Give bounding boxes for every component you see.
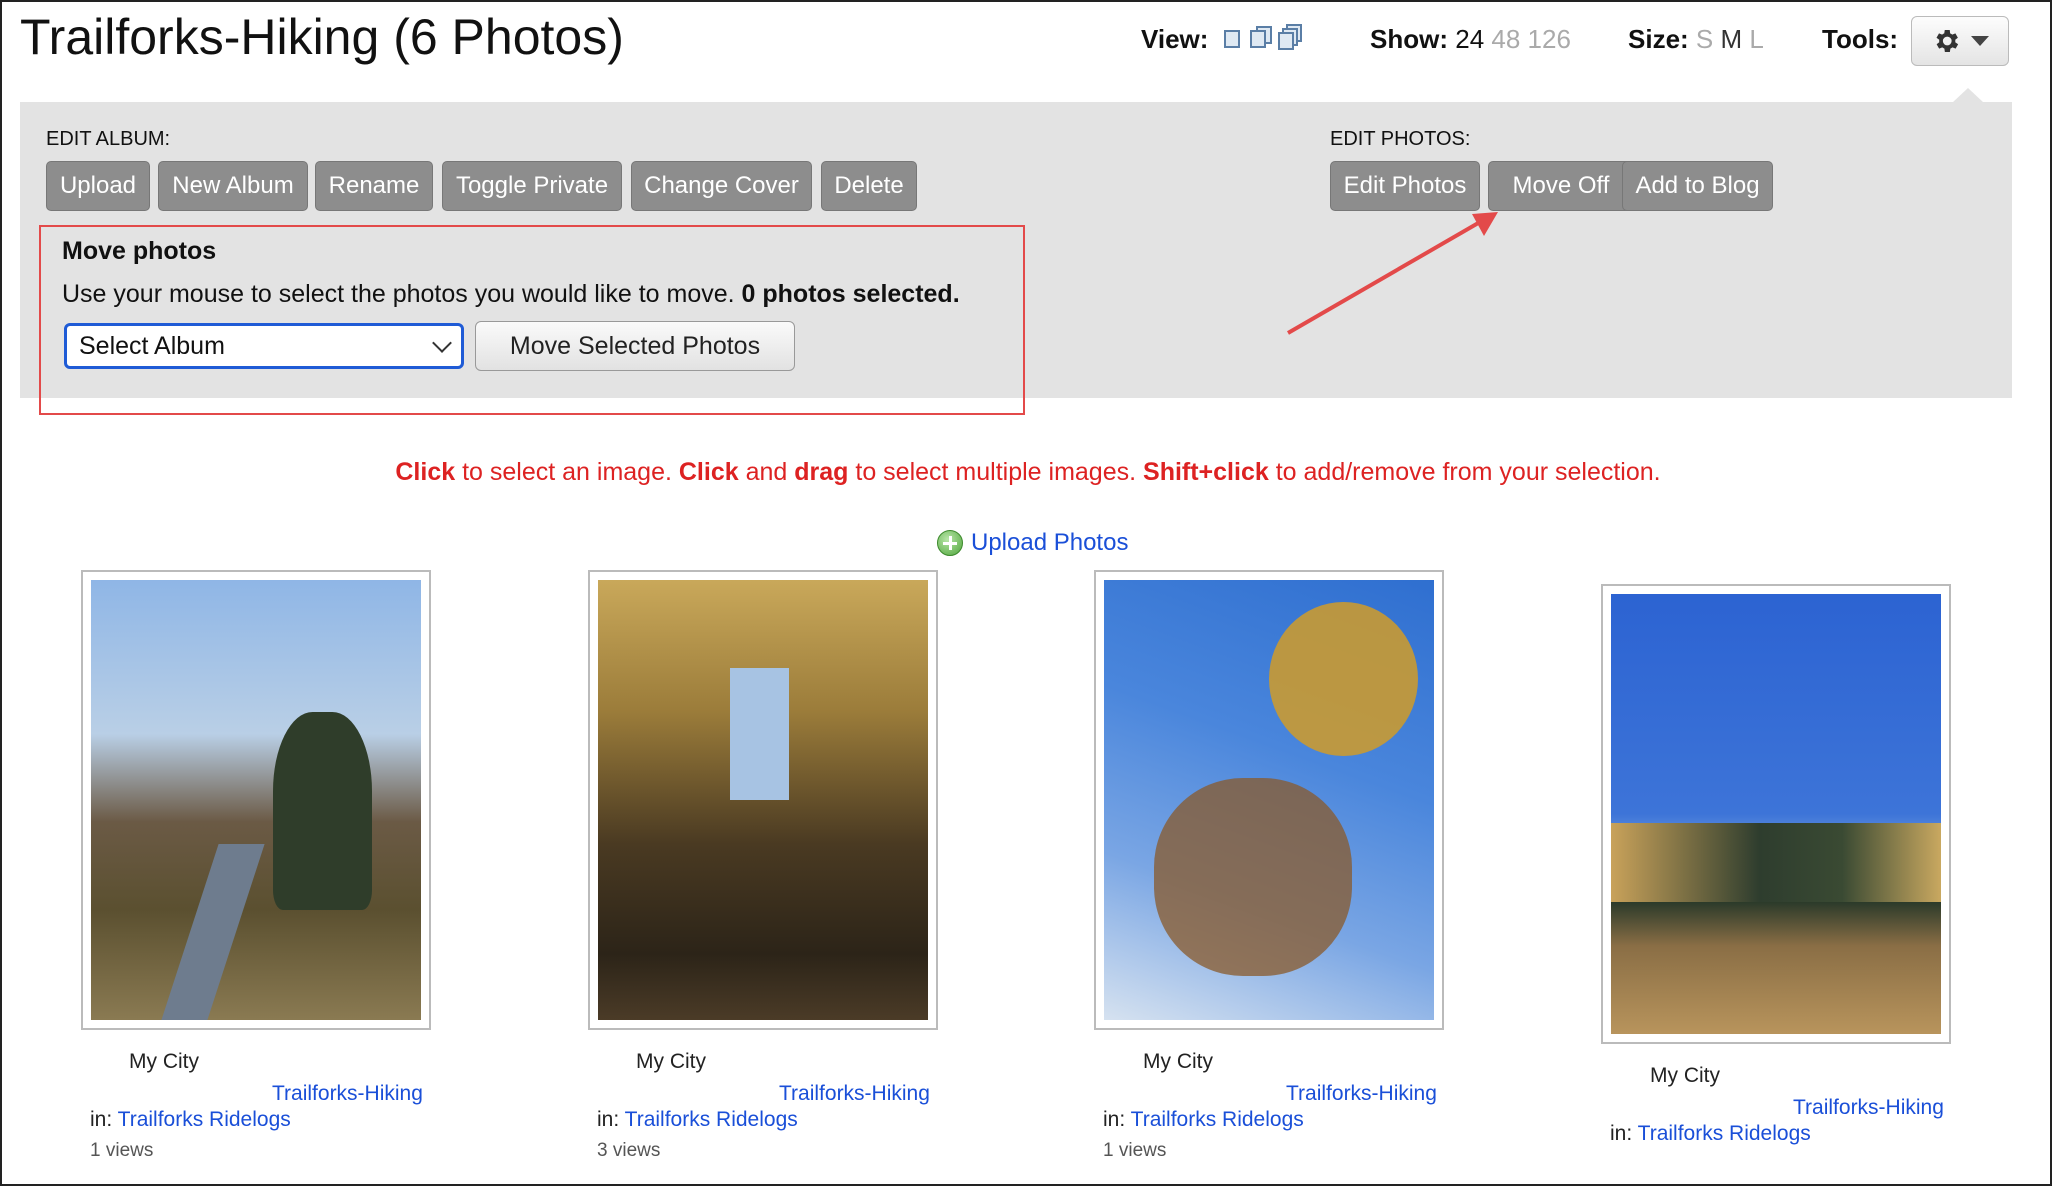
photo-thumbnail[interactable] [1094,570,1444,1030]
photo-views: 3 views [597,1140,661,1161]
photo-in-line: in: Trailforks Ridelogs [90,1108,291,1131]
photo-in-line: in: Trailforks Ridelogs [1103,1108,1304,1131]
in-album-link[interactable]: Trailforks Ridelogs [118,1108,291,1131]
photo-album-link[interactable]: Trailforks-Hiking [272,1082,423,1106]
in-album-link[interactable]: Trailforks Ridelogs [1638,1122,1811,1145]
photo-in-line: in: Trailforks Ridelogs [1610,1122,1811,1145]
add-icon [937,530,963,556]
photo-title[interactable]: My City [129,1050,199,1074]
photo-thumbnail[interactable] [81,570,431,1030]
photo-views: 1 views [90,1140,154,1161]
album-page: Trailforks-Hiking (6 Photos) View: Show:… [0,0,2052,1186]
photo-title[interactable]: My City [1143,1050,1213,1074]
photo-views: 1 views [1103,1140,1167,1161]
selection-help-text: Click to select an image. Click and drag… [395,458,1661,486]
photo-thumbnail[interactable] [1601,584,1951,1044]
photo-album-link[interactable]: Trailforks-Hiking [1793,1096,1944,1120]
upload-photos-link[interactable]: Upload Photos [937,529,1128,557]
photo-title[interactable]: My City [636,1050,706,1074]
photo-album-link[interactable]: Trailforks-Hiking [1286,1082,1437,1106]
photo-thumbnail[interactable] [588,570,938,1030]
in-album-link[interactable]: Trailforks Ridelogs [1131,1108,1304,1131]
photo-title[interactable]: My City [1650,1064,1720,1088]
photo-in-line: in: Trailforks Ridelogs [597,1108,798,1131]
photo-album-link[interactable]: Trailforks-Hiking [779,1082,930,1106]
in-album-link[interactable]: Trailforks Ridelogs [625,1108,798,1131]
